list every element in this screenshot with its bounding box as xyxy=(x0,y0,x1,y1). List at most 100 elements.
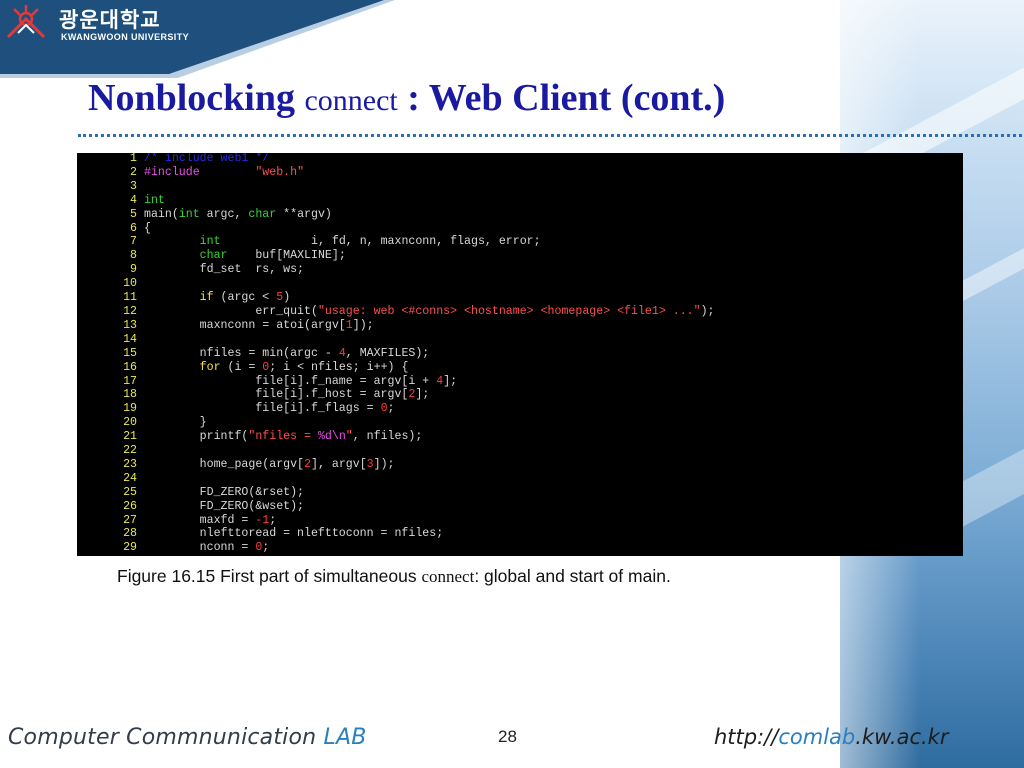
code-token: 0 xyxy=(380,402,388,416)
code-line: 22 xyxy=(77,444,144,457)
code-line: 10 xyxy=(77,277,144,290)
page-number: 28 xyxy=(498,727,517,746)
code-line-number: 29 xyxy=(123,541,137,555)
code-line: 25 FD_ZERO(&rset); xyxy=(77,486,304,499)
code-line-number: 27 xyxy=(123,513,137,527)
logo-english-text: KWANGWOON UNIVERSITY xyxy=(61,32,190,42)
code-token: int xyxy=(178,207,200,221)
university-emblem-icon xyxy=(6,5,46,39)
code-line-number: 22 xyxy=(123,444,137,458)
code-token: maxfd = xyxy=(144,513,256,527)
code-line-number: 19 xyxy=(123,402,137,416)
code-line: 28 nlefttoread = nlefttoconn = nfiles; xyxy=(77,527,443,540)
code-token: 2 xyxy=(304,457,311,471)
code-token: char xyxy=(199,249,228,263)
code-token: nconn = xyxy=(144,541,256,555)
footer-url-part-2: comlab xyxy=(778,725,856,749)
code-line: 14 xyxy=(77,333,144,346)
footer-url-part-1: http:// xyxy=(714,725,779,749)
code-token: int xyxy=(199,235,221,249)
code-token: buf[MAXLINE]; xyxy=(227,249,346,263)
code-token: fd_set rs, ws; xyxy=(144,263,305,277)
code-line-number: 24 xyxy=(123,471,137,485)
figure-caption: Figure 16.15 First part of simultaneous … xyxy=(117,566,671,587)
code-token: file[i].f_host = argv[ xyxy=(144,388,409,402)
title-part-1: Nonblocking xyxy=(88,77,295,119)
code-listing: 1/* include web1 */ 2 #include "web.h" 3 … xyxy=(77,153,963,556)
code-token: { xyxy=(144,221,151,235)
code-line-number: 28 xyxy=(123,527,137,541)
code-token: for xyxy=(199,360,221,374)
footer-lab-part-1: Computer Commnunication xyxy=(8,725,324,750)
code-token: ], argv[ xyxy=(311,457,367,471)
title-part-2: connect xyxy=(304,84,398,117)
code-line: 5 main(int argc, char **argv) xyxy=(77,208,332,221)
code-line-number: 26 xyxy=(123,499,137,513)
code-token: ; i < nfiles; i++) { xyxy=(269,360,409,374)
code-line: 1 /* include web1 */ xyxy=(77,153,269,165)
code-token: ; xyxy=(269,513,277,527)
code-token: } xyxy=(144,416,207,430)
code-token: ); xyxy=(700,304,715,318)
code-line-number: 15 xyxy=(123,346,137,360)
code-line: 17 file[i].f_name = argv[i + 4]; xyxy=(77,375,457,388)
code-token: **argv) xyxy=(276,207,332,221)
code-token: 4 xyxy=(338,346,346,360)
code-token: FD_ZERO(&wset); xyxy=(144,499,305,513)
code-token: -1 xyxy=(255,513,270,527)
code-token: %d\n xyxy=(317,430,346,444)
code-token: file[i].f_name = argv[i + xyxy=(144,374,437,388)
code-line: 8 char buf[MAXLINE]; xyxy=(77,249,346,262)
code-line: 20 } xyxy=(77,416,207,429)
code-token: if xyxy=(199,291,214,305)
code-line-number: 14 xyxy=(123,332,137,346)
code-line-number: 4 xyxy=(130,193,137,207)
code-token: " xyxy=(345,430,353,444)
code-line: 3 xyxy=(77,180,144,193)
code-token: i, fd, n, maxnconn, flags, error; xyxy=(220,235,541,249)
code-line-number: 8 xyxy=(130,249,137,263)
code-token: ]); xyxy=(352,318,374,332)
logo-korean-text: 광운대학교 xyxy=(59,8,161,32)
code-token: /* include web1 */ xyxy=(144,153,270,165)
code-token: int xyxy=(144,193,165,207)
code-line-number: 5 xyxy=(130,207,137,221)
code-token: "web.h" xyxy=(255,165,305,179)
footer-url: http://comlab.kw.ac.kr xyxy=(714,725,948,749)
code-line-number: 12 xyxy=(123,304,137,318)
code-token: "nfiles = xyxy=(248,430,318,444)
caption-code-term: connect xyxy=(421,567,475,586)
university-logo: 광운대학교 KWANGWOON UNIVERSITY xyxy=(4,3,194,43)
code-token: ]; xyxy=(415,388,430,402)
code-line: 11 if (argc < 5) xyxy=(77,291,290,304)
code-token: home_page(argv[ xyxy=(144,457,305,471)
code-line-number: 17 xyxy=(123,374,137,388)
code-line: 9 fd_set rs, ws; xyxy=(77,263,304,276)
code-token: printf( xyxy=(144,430,249,444)
code-line: 24 xyxy=(77,472,144,485)
code-token: nfiles = min(argc - xyxy=(144,346,339,360)
code-token: FD_ZERO(&rset); xyxy=(144,485,305,499)
code-token: char xyxy=(248,207,277,221)
code-line-number: 18 xyxy=(123,388,137,402)
code-line: 27 maxfd = -1; xyxy=(77,514,276,527)
code-line-number: 23 xyxy=(123,457,137,471)
code-line: 12 err_quit("usage: web <#conns> <hostna… xyxy=(77,304,715,318)
code-line: 29 nconn = 0; xyxy=(77,541,269,554)
code-line-number: 25 xyxy=(123,485,137,499)
code-line: 19 file[i].f_flags = 0; xyxy=(77,402,395,416)
code-line: 6{ xyxy=(77,222,151,235)
code-token: #include xyxy=(144,165,256,179)
code-line: 16 for (i = 0; i < nfiles; i++) { xyxy=(77,361,408,374)
code-line-number: 10 xyxy=(123,277,137,291)
footer-url-part-3: .kw.ac.kr xyxy=(855,725,949,749)
code-token: maxnconn = atoi(argv[ xyxy=(144,318,346,332)
footer-lab-part-2: LAB xyxy=(323,725,367,750)
code-token: ; xyxy=(387,402,395,416)
code-line: 13 maxnconn = atoi(argv[1]); xyxy=(77,319,374,332)
code-line-number: 13 xyxy=(123,318,137,332)
code-line-number: 3 xyxy=(130,179,137,193)
code-token: (argc < xyxy=(213,291,277,305)
